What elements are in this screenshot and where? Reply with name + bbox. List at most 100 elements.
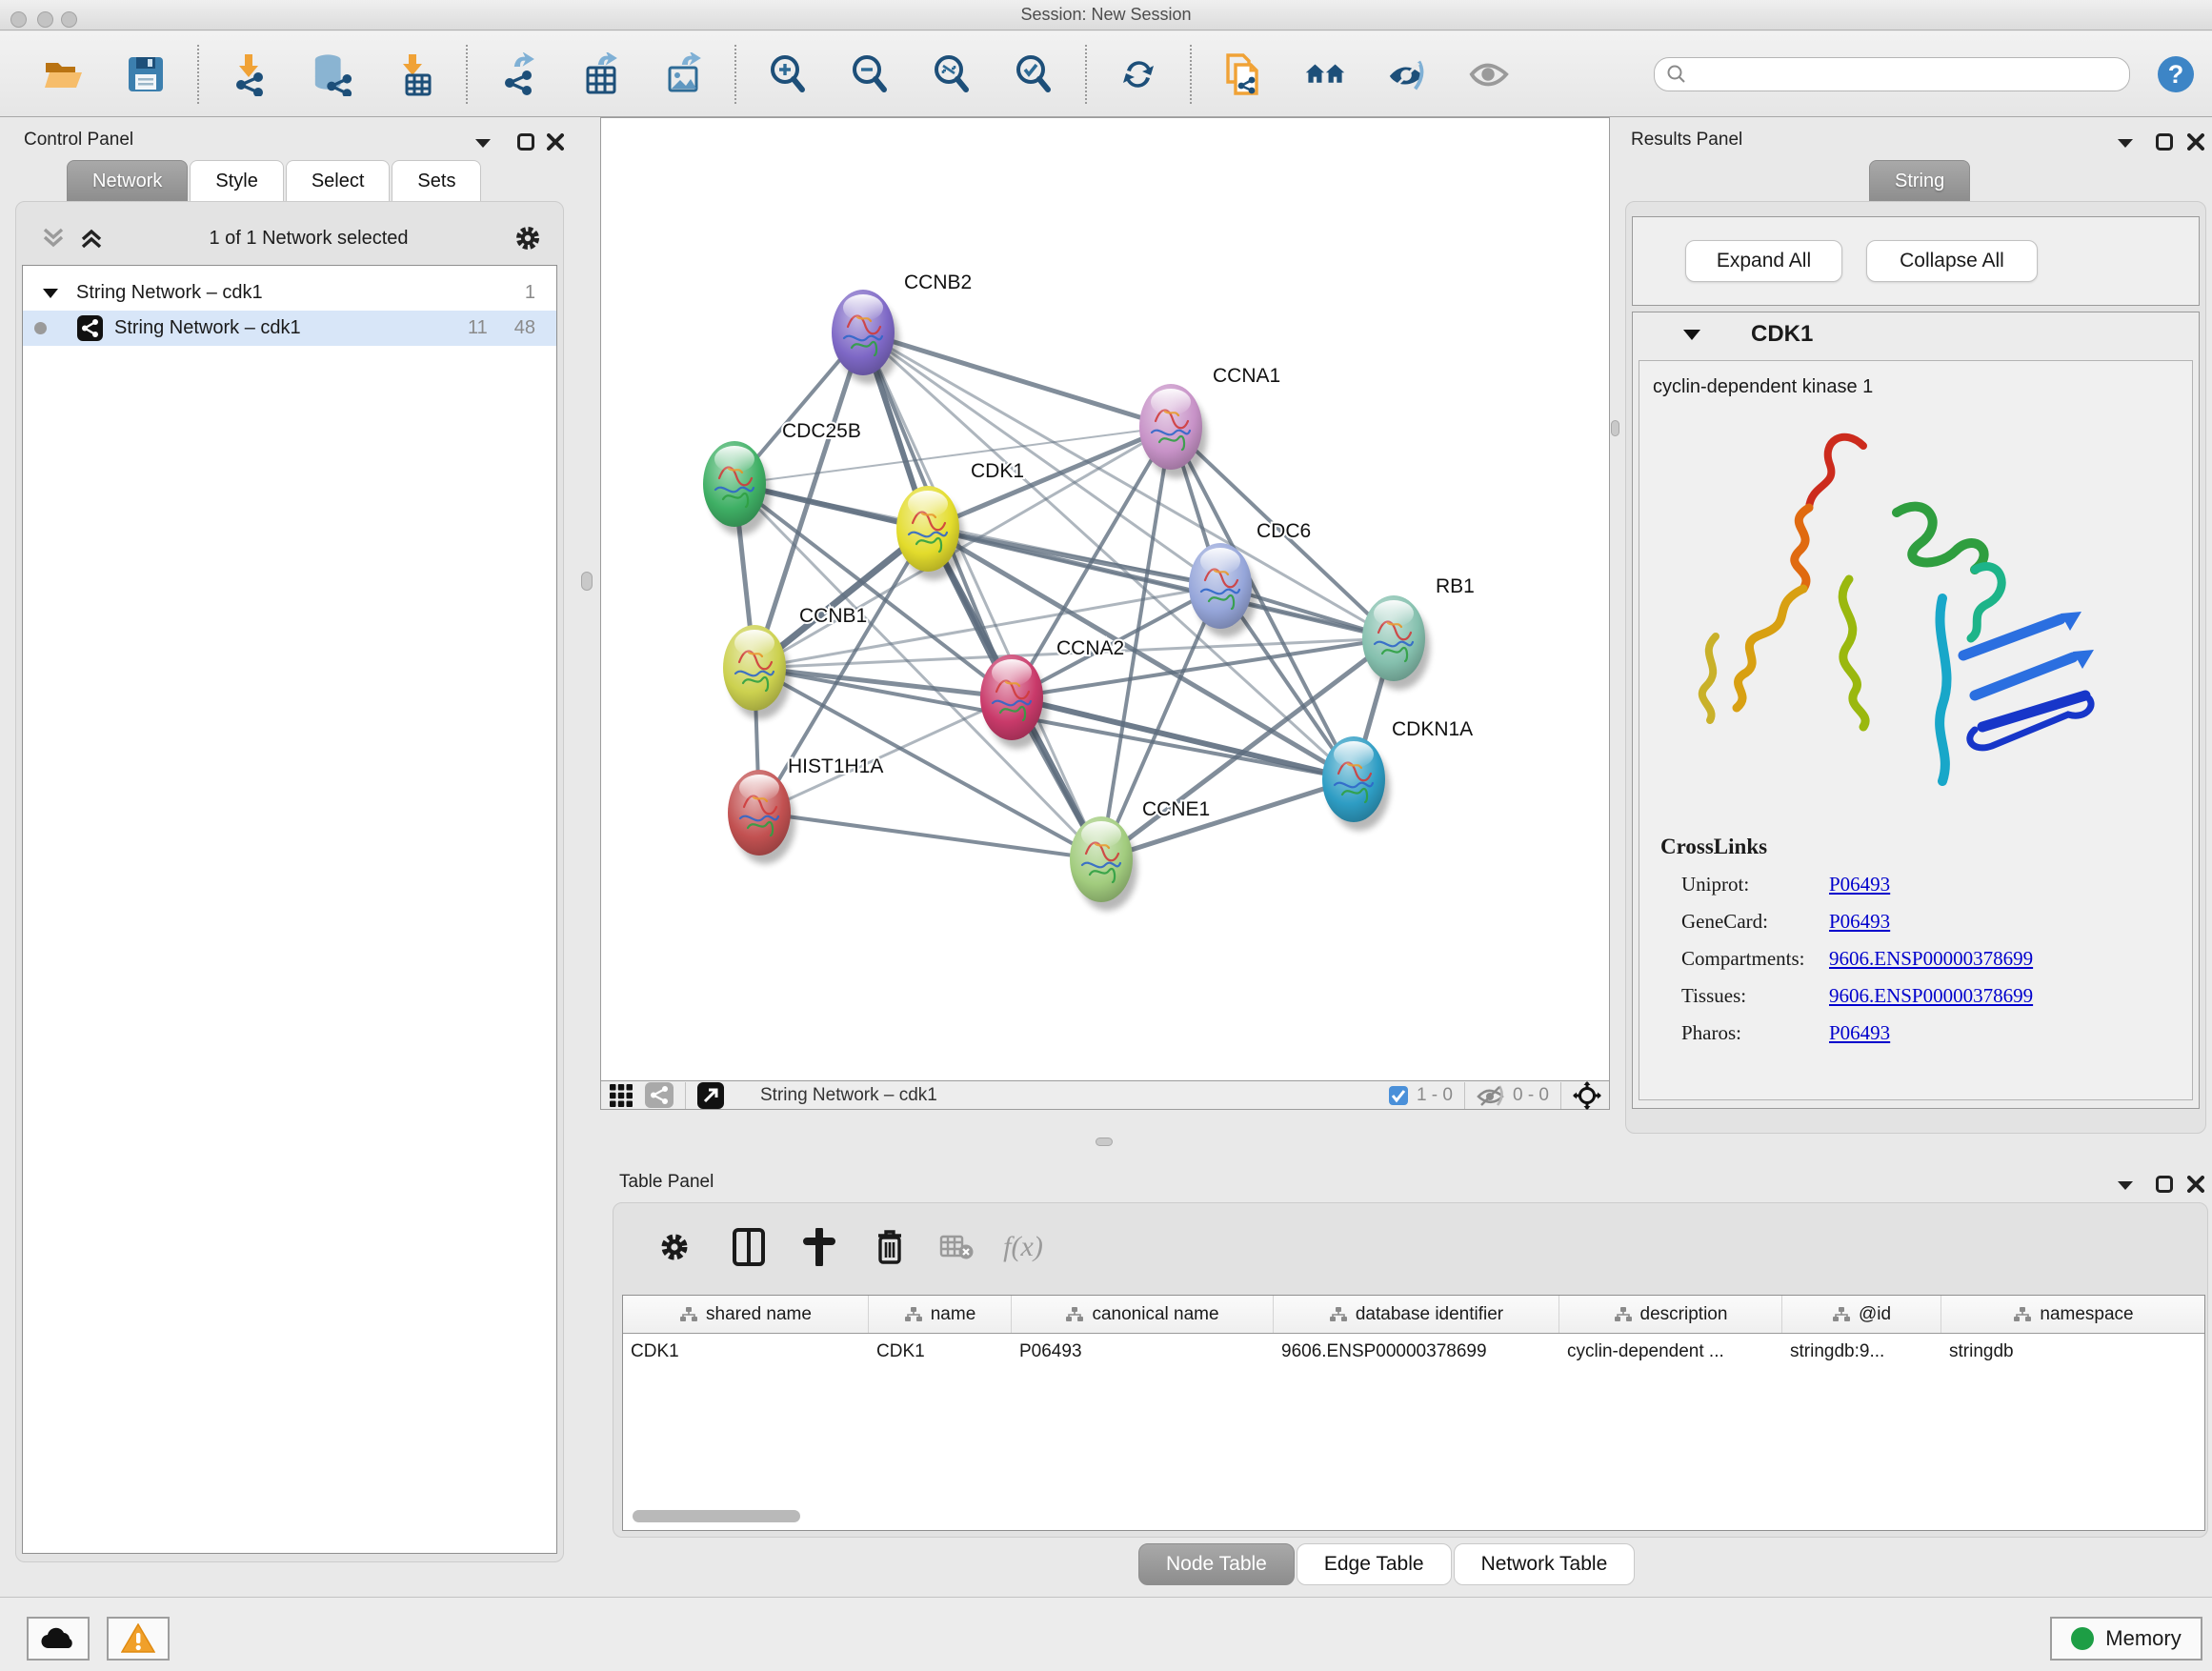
table-cell[interactable]: CDK1 xyxy=(623,1341,869,1362)
tab-string[interactable]: String xyxy=(1869,160,1970,202)
control-panel-close-icon[interactable] xyxy=(547,133,564,151)
table-panel-close-icon[interactable] xyxy=(2187,1176,2204,1193)
table-horizontal-scrollbar[interactable] xyxy=(633,1510,800,1522)
crosslink-link[interactable]: 9606.ENSP00000378699 xyxy=(1829,947,2033,970)
warning-status-button[interactable] xyxy=(107,1617,170,1661)
control-panel-float-icon[interactable] xyxy=(517,133,534,151)
tab-network-table[interactable]: Network Table xyxy=(1454,1543,1636,1585)
expand-all-networks-icon[interactable] xyxy=(79,226,104,251)
network-node-CDKN1A[interactable]: CDKN1A xyxy=(1322,718,1473,831)
network-node-HIST1H1A[interactable]: HIST1H1A xyxy=(728,755,883,864)
function-builder-icon[interactable]: f(x) xyxy=(996,1220,1050,1274)
column-header-canonical-name[interactable]: canonical name xyxy=(1012,1296,1274,1333)
add-column-icon[interactable] xyxy=(793,1220,846,1274)
zoom-out-icon[interactable] xyxy=(849,51,891,97)
export-table-icon[interactable] xyxy=(580,51,622,97)
export-image-icon[interactable] xyxy=(662,51,704,97)
refresh-view-icon[interactable] xyxy=(1117,51,1159,97)
table-cell[interactable]: stringdb xyxy=(1941,1341,2205,1362)
show-all-icon[interactable] xyxy=(1468,51,1510,97)
column-header-description[interactable]: description xyxy=(1559,1296,1782,1333)
save-session-icon[interactable] xyxy=(125,51,167,97)
column-header-database-identifier[interactable]: database identifier xyxy=(1274,1296,1559,1333)
crosslink-link[interactable]: 9606.ENSP00000378699 xyxy=(1829,984,2033,1007)
fit-content-icon[interactable] xyxy=(931,51,973,97)
results-panel-menu-icon[interactable] xyxy=(2117,137,2134,149)
gene-section-header[interactable]: CDK1 xyxy=(1633,312,2199,356)
crosslink-link[interactable]: P06493 xyxy=(1829,1021,1890,1044)
hide-selected-icon[interactable] xyxy=(1386,51,1428,97)
tab-select[interactable]: Select xyxy=(286,160,391,202)
tab-sets[interactable]: Sets xyxy=(392,160,481,202)
delete-table-icon[interactable] xyxy=(930,1220,983,1274)
zoom-in-icon[interactable] xyxy=(767,51,809,97)
network-edge[interactable] xyxy=(863,332,1394,638)
network-node-CDK1[interactable]: CDK1 xyxy=(896,460,1024,580)
cloud-status-button[interactable] xyxy=(27,1617,90,1661)
network-row[interactable]: String Network – cdk1 11 48 xyxy=(23,311,556,346)
table-panel-menu-icon[interactable] xyxy=(2117,1179,2134,1191)
column-header-namespace[interactable]: namespace xyxy=(1941,1296,2205,1333)
network-options-gear-icon[interactable] xyxy=(513,224,542,252)
help-button[interactable]: ? xyxy=(2157,55,2195,93)
open-session-icon[interactable] xyxy=(43,51,85,97)
hidden-eye-icon[interactable] xyxy=(1477,1084,1505,1107)
column-header-name[interactable]: name xyxy=(869,1296,1012,1333)
detach-view-icon[interactable] xyxy=(697,1082,724,1109)
first-neighbors-icon[interactable] xyxy=(1304,51,1346,97)
search-input[interactable] xyxy=(1654,57,2130,91)
node-label: RB1 xyxy=(1436,575,1475,597)
control-panel-body: 1 of 1 Network selected String Network –… xyxy=(15,201,564,1562)
table-options-gear-icon[interactable] xyxy=(648,1220,701,1274)
export-network-icon[interactable] xyxy=(498,51,540,97)
import-network-file-icon[interactable] xyxy=(230,51,271,97)
network-edge[interactable] xyxy=(863,332,1101,859)
collapse-all-networks-icon[interactable] xyxy=(41,226,66,251)
crosslink-link[interactable]: P06493 xyxy=(1829,873,1890,896)
bottom-splitter-handle[interactable] xyxy=(1096,1137,1113,1146)
collapse-all-button[interactable]: Collapse All xyxy=(1866,240,2038,282)
table-cell[interactable]: stringdb:9... xyxy=(1782,1341,1941,1362)
network-edge[interactable] xyxy=(863,332,1171,427)
right-splitter-handle[interactable] xyxy=(1611,420,1619,436)
network-collection-row[interactable]: String Network – cdk1 1 xyxy=(23,275,556,311)
zoom-selected-icon[interactable] xyxy=(1013,51,1055,97)
import-table-file-icon[interactable] xyxy=(393,51,435,97)
memory-button[interactable]: Memory xyxy=(2050,1617,2202,1661)
fit-selected-crosshair-icon[interactable] xyxy=(1573,1081,1601,1110)
control-panel-menu-icon[interactable] xyxy=(474,137,492,149)
crosslink-link[interactable]: P06493 xyxy=(1829,910,1890,933)
network-edge[interactable] xyxy=(759,813,1101,859)
delete-column-trash-icon[interactable] xyxy=(863,1220,916,1274)
table-panel-float-icon[interactable] xyxy=(2156,1176,2173,1193)
table-cell[interactable]: cyclin-dependent ... xyxy=(1559,1341,1782,1362)
show-columns-icon[interactable] xyxy=(722,1220,775,1274)
network-node-RB1[interactable]: RB1 xyxy=(1362,575,1475,690)
column-header--id[interactable]: @id xyxy=(1782,1296,1941,1333)
tab-network[interactable]: Network xyxy=(67,160,188,202)
network-node-CCNE1[interactable]: CCNE1 xyxy=(1070,798,1210,911)
left-splitter-handle[interactable] xyxy=(581,572,593,591)
network-node-CCNA1[interactable]: CCNA1 xyxy=(1139,365,1280,478)
duplicate-network-icon[interactable] xyxy=(1222,51,1264,97)
results-panel-close-icon[interactable] xyxy=(2187,133,2204,151)
results-panel-float-icon[interactable] xyxy=(2156,133,2173,151)
import-network-database-icon[interactable] xyxy=(312,51,353,97)
birds-eye-view-icon[interactable] xyxy=(609,1083,633,1108)
tab-edge-table[interactable]: Edge Table xyxy=(1297,1543,1452,1585)
collection-expand-icon[interactable] xyxy=(42,287,59,300)
table-cell[interactable]: CDK1 xyxy=(869,1341,1012,1362)
expand-all-button[interactable]: Expand All xyxy=(1685,240,1842,282)
crosslink-row: Compartments:9606.ENSP00000378699 xyxy=(1681,947,2192,971)
network-edge[interactable] xyxy=(1101,779,1354,859)
table-cell[interactable]: P06493 xyxy=(1012,1341,1274,1362)
tab-style[interactable]: Style xyxy=(190,160,283,202)
column-type-icon xyxy=(1065,1306,1084,1323)
network-canvas[interactable]: CCNB2CCNA1CDC25BCDK1CDC6RB1CCNB1CCNA2CDK… xyxy=(600,117,1610,1081)
gene-collapse-icon[interactable] xyxy=(1682,328,1701,341)
column-header-shared-name[interactable]: shared name xyxy=(623,1296,869,1333)
network-overview-share-icon[interactable] xyxy=(645,1082,674,1108)
table-cell[interactable]: 9606.ENSP00000378699 xyxy=(1274,1341,1559,1362)
tab-node-table[interactable]: Node Table xyxy=(1138,1543,1295,1585)
selected-checkbox-icon[interactable] xyxy=(1388,1085,1409,1106)
